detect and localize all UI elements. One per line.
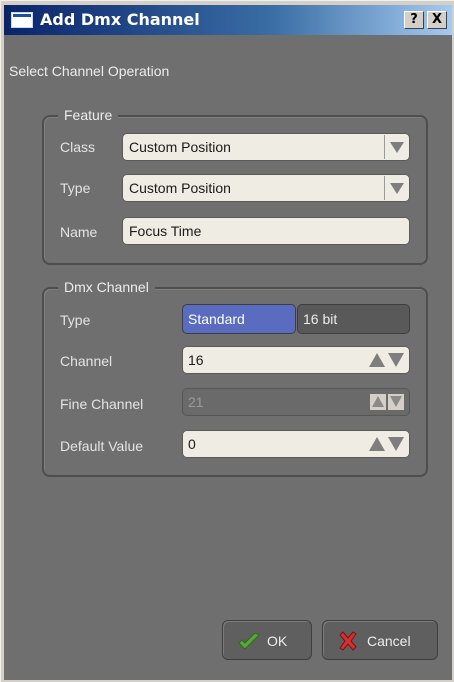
type-select[interactable]: Custom Position (122, 174, 410, 202)
class-select[interactable]: Custom Position (122, 133, 410, 161)
dialog-window: Add Dmx Channel ? X Select Channel Opera… (0, 0, 454, 682)
name-input[interactable]: Focus Time (122, 217, 410, 245)
class-select-value: Custom Position (129, 139, 231, 155)
green-check-arrow-icon (238, 632, 260, 650)
increment-arrow-icon[interactable] (369, 437, 385, 451)
dialog-body: Select Channel Operation Feature Class C… (4, 35, 452, 680)
channel-value: 16 (188, 352, 204, 368)
fine-channel-value: 21 (188, 394, 204, 410)
fine-channel-spinbox: 21 (182, 388, 410, 416)
type-select-value: Custom Position (129, 180, 231, 196)
chevron-down-icon[interactable] (384, 176, 408, 200)
increment-arrow-icon (370, 394, 386, 410)
default-value: 0 (188, 436, 196, 452)
dmx-channel-group-title: Dmx Channel (58, 279, 155, 295)
decrement-arrow-icon[interactable] (388, 353, 404, 367)
16bit-option[interactable]: 16 bit (297, 304, 410, 334)
standard-option[interactable]: Standard (182, 304, 296, 334)
decrement-arrow-icon (388, 394, 404, 410)
standard-option-label: Standard (188, 311, 245, 327)
red-x-icon (339, 631, 357, 651)
window-title: Add Dmx Channel (40, 10, 200, 29)
cancel-button-label: Cancel (367, 633, 411, 649)
name-input-value: Focus Time (129, 223, 202, 239)
dialog-header: Select Channel Operation (9, 63, 170, 79)
fine-channel-label: Fine Channel (60, 396, 144, 412)
name-label: Name (60, 224, 98, 240)
help-button[interactable]: ? (404, 11, 424, 29)
ok-button[interactable]: OK (222, 620, 312, 660)
close-button[interactable]: X (427, 11, 447, 29)
channel-spinbox[interactable]: 16 (182, 346, 410, 374)
default-value-spinbox[interactable]: 0 (182, 430, 410, 458)
dmx-type-label: Type (60, 312, 91, 328)
title-bar[interactable]: Add Dmx Channel ? X (4, 5, 452, 35)
default-value-label: Default Value (60, 438, 144, 454)
chevron-down-icon[interactable] (384, 135, 408, 159)
decrement-arrow-icon[interactable] (388, 437, 404, 451)
feature-group-title: Feature (58, 107, 119, 123)
class-label: Class (60, 139, 96, 155)
increment-arrow-icon[interactable] (369, 353, 385, 367)
ok-button-label: OK (267, 633, 288, 649)
type-label: Type (60, 180, 91, 196)
cancel-button[interactable]: Cancel (322, 620, 438, 660)
channel-label: Channel (60, 353, 113, 369)
16bit-option-label: 16 bit (303, 311, 338, 327)
window-icon (11, 12, 33, 28)
